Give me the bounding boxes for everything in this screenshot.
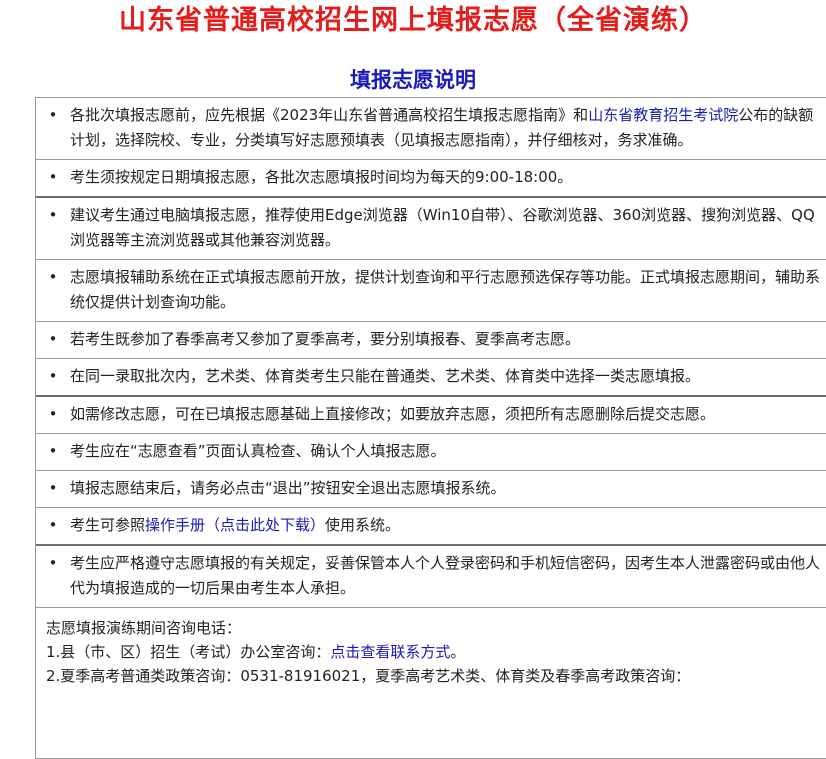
exam-institute-link[interactable]: 山东省教育招生考试院 (588, 106, 738, 124)
notice-text: 使用系统。 (325, 516, 401, 534)
page-title: 山东省普通高校招生网上填报志愿（全省演练） (119, 5, 707, 36)
contact-link[interactable]: 点击查看联系方式 (330, 643, 450, 661)
bullet-icon: • (48, 479, 58, 497)
notice-item-logout: • 填报志愿结束后，请务必点击“退出”按钮安全退出志愿填报系统。 (36, 471, 826, 508)
contact-section: 志愿填报演练期间咨询电话： 1.县（市、区）招生（考试）办公室咨询：点击查看联系… (36, 608, 826, 688)
notice-item-category: • 在同一录取批次内，艺术类、体育类考生只能在普通类、艺术类、体育类中选择一类志… (36, 359, 826, 397)
notice-item-check: • 考生应在“志愿查看”页面认真检查、确认个人填报志愿。 (36, 434, 826, 471)
contact-line-policy: 2.夏季高考普通类政策咨询：0531-81916021，夏季高考艺术类、体育类及… (46, 667, 691, 685)
contact-text: 1.县（市、区）招生（考试）办公室咨询： (46, 643, 331, 661)
notice-item-modify: • 如需修改志愿，可在已填报志愿基础上直接修改；如要放弃志愿，须把所有志愿删除后… (36, 397, 826, 434)
bullet-icon: • (48, 168, 58, 186)
bullet-icon: • (48, 405, 58, 423)
notice-list: • 各批次填报志愿前，应先根据《2023年山东省普通高校招生填报志愿指南》和山东… (36, 98, 826, 608)
notice-text: 考生可参照 (70, 516, 146, 534)
notice-item-spring-summer: • 若考生既参加了春季高考又参加了夏季高考，要分别填报春、夏季高考志愿。 (36, 322, 826, 359)
notice-item-password: • 考生应严格遵守志愿填报的有关规定，妥善保管本人个人登录密码和手机短信密码，因… (36, 546, 826, 608)
notice-text: 建议考生通过电脑填报志愿，推荐使用Edge浏览器（Win10自带）、谷歌浏览器、… (70, 206, 815, 249)
bullet-icon: • (48, 330, 58, 348)
notice-text: 志愿填报辅助系统在正式填报志愿前开放，提供计划查询和平行志愿预选保存等功能。正式… (70, 268, 821, 311)
bullet-icon: • (48, 268, 58, 286)
contact-title: 志愿填报演练期间咨询电话： (46, 619, 242, 637)
bullet-icon: • (48, 516, 58, 534)
notice-box: • 各批次填报志愿前，应先根据《2023年山东省普通高校招生填报志愿指南》和山东… (35, 97, 826, 759)
notice-text: 考生应严格遵守志愿填报的有关规定，妥善保管本人个人登录密码和手机短信密码，因考生… (70, 554, 821, 597)
bullet-icon: • (48, 367, 58, 385)
notice-text: 如需修改志愿，可在已填报志愿基础上直接修改；如要放弃志愿，须把所有志愿删除后提交… (70, 405, 716, 423)
notice-text: 若考生既参加了春季高考又参加了夏季高考，要分别填报春、夏季高考志愿。 (70, 330, 581, 348)
contact-line-county: 1.县（市、区）招生（考试）办公室咨询：点击查看联系方式。 (46, 640, 826, 664)
contact-text: 。 (450, 643, 466, 661)
notice-text: 填报志愿结束后，请务必点击“退出”按钮安全退出志愿填报系统。 (70, 479, 506, 497)
notice-item-time: • 考生须按规定日期填报志愿，各批次志愿填报时间均为每天的9:00-18:00。 (36, 160, 826, 198)
notice-item-guide: • 各批次填报志愿前，应先根据《2023年山东省普通高校招生填报志愿指南》和山东… (36, 98, 826, 160)
notice-item-assist-system: • 志愿填报辅助系统在正式填报志愿前开放，提供计划查询和平行志愿预选保存等功能。… (36, 260, 826, 322)
bullet-icon: • (48, 206, 58, 224)
bullet-icon: • (48, 554, 58, 572)
notice-text: 考生应在“志愿查看”页面认真检查、确认个人填报志愿。 (70, 442, 446, 460)
section-title: 填报志愿说明 (350, 68, 476, 92)
notice-text: 考生须按规定日期填报志愿，各批次志愿填报时间均为每天的9:00-18:00。 (70, 168, 573, 186)
notice-item-manual: • 考生可参照操作手册（点击此处下载）使用系统。 (36, 508, 826, 546)
notice-text: 各批次填报志愿前，应先根据《2023年山东省普通高校招生填报志愿指南》和 (70, 106, 589, 124)
page: 山东省普通高校招生网上填报志愿（全省演练） 填报志愿说明 • 各批次填报志愿前，… (0, 0, 826, 759)
notice-item-browser: • 建议考生通过电脑填报志愿，推荐使用Edge浏览器（Win10自带）、谷歌浏览… (36, 198, 826, 260)
notice-text: 在同一录取批次内，艺术类、体育类考生只能在普通类、艺术类、体育类中选择一类志愿填… (70, 367, 701, 385)
bullet-icon: • (48, 442, 58, 460)
manual-download-link[interactable]: 操作手册（点击此处下载） (145, 516, 325, 534)
bullet-icon: • (48, 106, 58, 124)
